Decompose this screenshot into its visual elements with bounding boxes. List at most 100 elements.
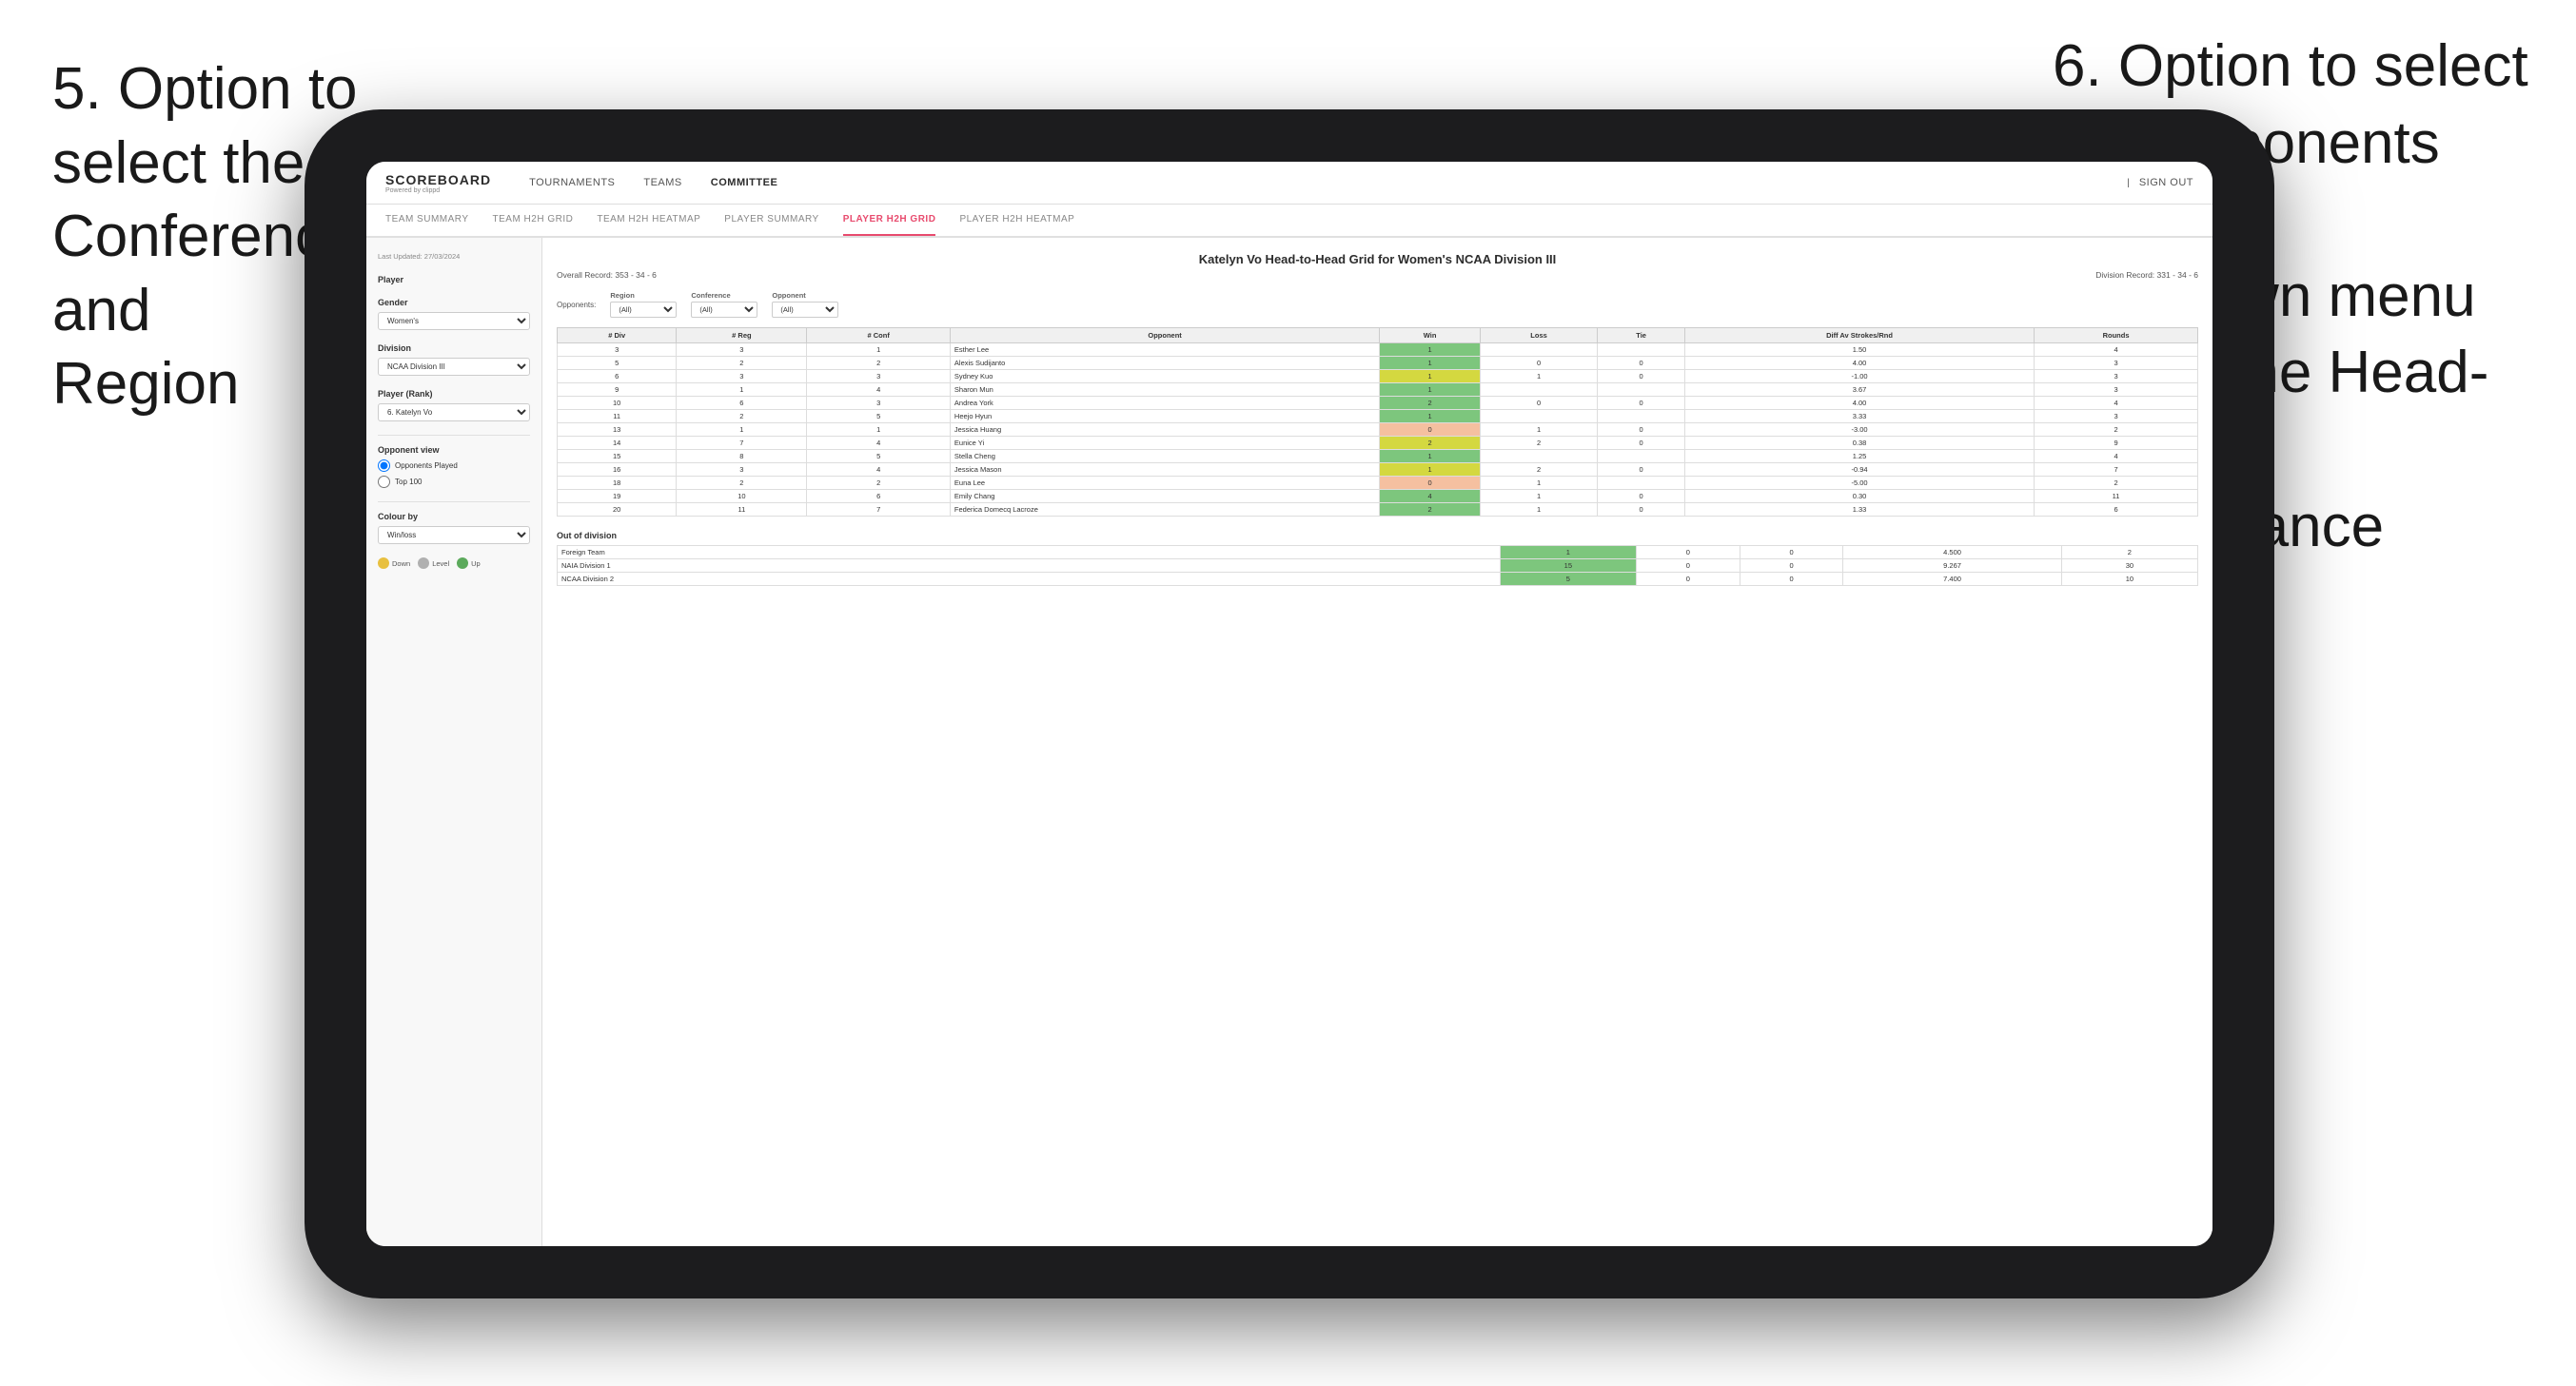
legend-down-dot [378,557,389,569]
nav-committee[interactable]: COMMITTEE [711,175,778,190]
cell-loss: 1 [1480,370,1597,383]
nav-separator: | [2127,178,2130,188]
out-cell-loss: 0 [1636,546,1740,559]
cell-name: Eunice Yi [950,437,1379,450]
legend-down: Down [378,557,410,569]
cell-name: Jessica Mason [950,463,1379,477]
cell-diff: 1.25 [1684,450,2034,463]
out-cell-diff: 4.500 [1843,546,2061,559]
filter-region-section: Region (All) [610,291,677,318]
opponent-filter-select[interactable]: (All) [772,302,838,318]
main-content: Last Updated: 27/03/2024 Player Gender W… [366,238,2212,1246]
th-diff: Diff Av Strokes/Rnd [1684,328,2034,343]
cell-loss: 1 [1480,423,1597,437]
conference-filter-select[interactable]: (All) [691,302,757,318]
th-div: # Div [558,328,677,343]
cell-rounds: 4 [2035,397,2198,410]
sub-nav-team-summary[interactable]: TEAM SUMMARY [385,205,469,236]
cell-loss [1480,343,1597,357]
cell-win: 1 [1380,463,1481,477]
radio-top-100[interactable]: Top 100 [378,476,530,488]
cell-reg: 11 [677,503,807,517]
cell-win: 1 [1380,410,1481,423]
table-row: 3 3 1 Esther Lee 1 1.50 4 [558,343,2198,357]
cell-div: 6 [558,370,677,383]
cell-rounds: 6 [2035,503,2198,517]
logo-area: SCOREBOARD Powered by clippd [385,172,491,194]
out-cell-name: NCAA Division 2 [558,573,1501,586]
cell-loss [1480,450,1597,463]
division-record: Division Record: 331 - 34 - 6 [2095,270,2198,280]
colour-select[interactable]: Win/loss [378,526,530,544]
filter-opponent-section: Opponent (All) [772,291,838,318]
radio-opponents-played[interactable]: Opponents Played [378,459,530,472]
sub-nav-player-summary[interactable]: PLAYER SUMMARY [724,205,818,236]
out-cell-rounds: 30 [2061,559,2197,573]
cell-conf: 5 [807,450,951,463]
th-opponent: Opponent [950,328,1379,343]
out-cell-rounds: 2 [2061,546,2197,559]
cell-conf: 4 [807,463,951,477]
cell-div: 20 [558,503,677,517]
cell-tie [1598,450,1685,463]
cell-rounds: 3 [2035,383,2198,397]
table-row: 5 2 2 Alexis Sudijanto 1 0 0 4.00 3 [558,357,2198,370]
cell-loss: 1 [1480,503,1597,517]
cell-conf: 1 [807,343,951,357]
sub-nav-team-h2h-grid[interactable]: TEAM H2H GRID [493,205,574,236]
table-row: 15 8 5 Stella Cheng 1 1.25 4 [558,450,2198,463]
cell-div: 9 [558,383,677,397]
panel-gender-section: Gender Women's Men's [378,298,530,330]
table-row: 18 2 2 Euna Lee 0 1 -5.00 2 [558,477,2198,490]
cell-reg: 7 [677,437,807,450]
gender-select[interactable]: Women's Men's [378,312,530,330]
opponents-label: Opponents: [557,301,596,309]
cell-reg: 2 [677,477,807,490]
region-filter-label: Region [610,291,677,300]
cell-div: 3 [558,343,677,357]
region-filter-select[interactable]: (All) [610,302,677,318]
cell-div: 11 [558,410,677,423]
cell-win: 1 [1380,383,1481,397]
cell-tie [1598,477,1685,490]
player-rank-select[interactable]: 6. Katelyn Vo [378,403,530,421]
cell-conf: 4 [807,437,951,450]
nav-items: TOURNAMENTS TEAMS COMMITTEE [529,175,2098,190]
cell-rounds: 7 [2035,463,2198,477]
sub-nav-player-h2h-heatmap[interactable]: PLAYER H2H HEATMAP [959,205,1074,236]
last-updated: Last Updated: 27/03/2024 [378,252,530,261]
nav-teams[interactable]: TEAMS [643,175,681,190]
cell-div: 14 [558,437,677,450]
filter-conference-section: Conference (All) [691,291,757,318]
legend-level: Level [418,557,449,569]
cell-diff: 1.33 [1684,503,2034,517]
panel-division-section: Division NCAA Division III NCAA Division… [378,343,530,376]
panel-player-section: Player [378,275,530,284]
out-cell-rounds: 10 [2061,573,2197,586]
sign-out-link[interactable]: Sign out [2139,175,2193,190]
nav-tournaments[interactable]: TOURNAMENTS [529,175,615,190]
cell-name: Jessica Huang [950,423,1379,437]
overall-record: Overall Record: 353 - 34 - 6 [557,270,657,280]
cell-loss [1480,410,1597,423]
cell-rounds: 3 [2035,410,2198,423]
cell-reg: 3 [677,343,807,357]
cell-diff: 0.30 [1684,490,2034,503]
colour-legend: Down Level Up [378,557,530,569]
logo-sub: Powered by clippd [385,187,491,194]
cell-rounds: 2 [2035,477,2198,490]
cell-div: 15 [558,450,677,463]
sub-nav-player-h2h-grid[interactable]: PLAYER H2H GRID [843,205,936,236]
cell-diff: 0.38 [1684,437,2034,450]
cell-win: 2 [1380,503,1481,517]
cell-conf: 2 [807,357,951,370]
cell-reg: 6 [677,397,807,410]
table-row: 13 1 1 Jessica Huang 0 1 0 -3.00 2 [558,423,2198,437]
cell-win: 0 [1380,423,1481,437]
cell-rounds: 9 [2035,437,2198,450]
sub-nav-team-h2h-heatmap[interactable]: TEAM H2H HEATMAP [597,205,700,236]
out-cell-diff: 7.400 [1843,573,2061,586]
cell-conf: 4 [807,383,951,397]
filter-row: Opponents: Region (All) Conference (All) [557,291,2198,318]
division-select[interactable]: NCAA Division III NCAA Division I NCAA D… [378,358,530,376]
